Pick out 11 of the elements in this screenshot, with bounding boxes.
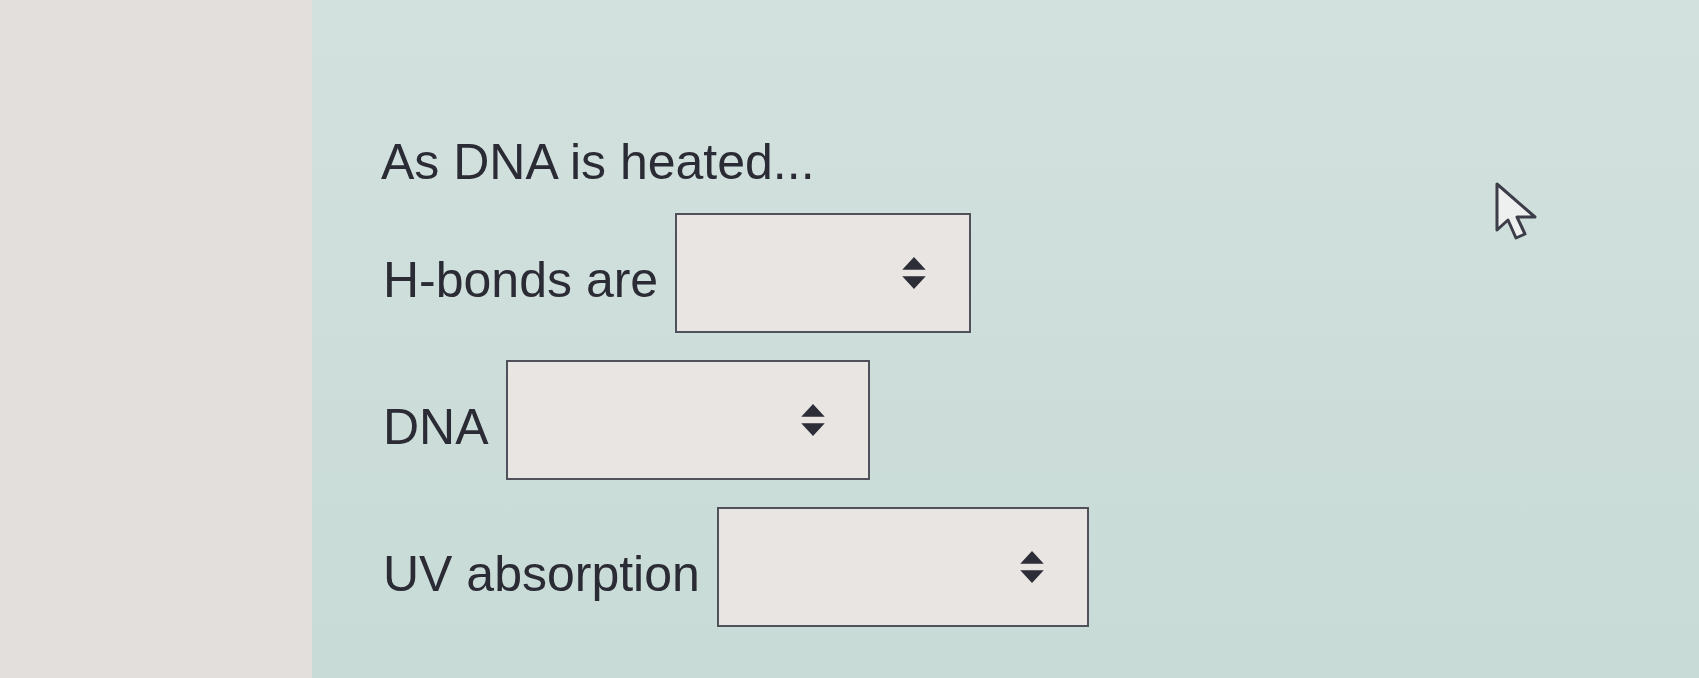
question-title: As DNA is heated... <box>381 133 815 191</box>
dropdown-field[interactable] <box>505 360 870 480</box>
up-down-arrows-icon <box>800 404 825 436</box>
row-label: DNA <box>383 398 489 456</box>
row-label: H-bonds are <box>383 251 659 309</box>
row-label: UV absorption <box>383 545 700 603</box>
up-down-arrows-icon <box>1019 551 1044 583</box>
dropdown-field[interactable] <box>675 213 972 333</box>
up-down-arrows-icon <box>902 257 927 289</box>
dropdown-field[interactable] <box>716 507 1089 627</box>
cursor-icon <box>1495 182 1539 240</box>
